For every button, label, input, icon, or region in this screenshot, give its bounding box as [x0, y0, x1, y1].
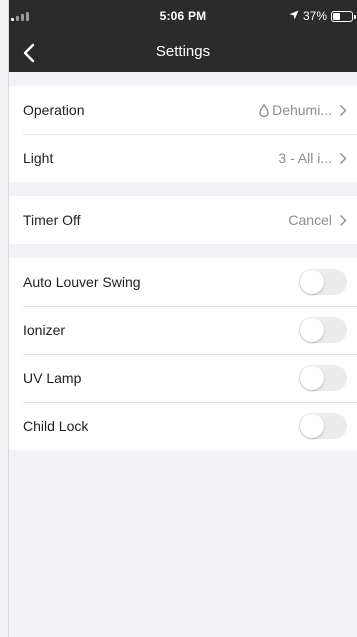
toggle-knob: [300, 414, 324, 438]
uv-lamp-label: UV Lamp: [23, 370, 82, 386]
operation-value: Dehumi...: [259, 102, 347, 118]
settings-list: Operation Dehumi... Light 3 - All i... T…: [9, 72, 357, 450]
ionizer-row: Ionizer: [9, 306, 357, 354]
mode-group: Operation Dehumi... Light 3 - All i...: [9, 86, 357, 182]
toggles-group: Auto Louver Swing Ionizer UV Lamp Child …: [9, 258, 357, 450]
ionizer-label: Ionizer: [23, 322, 66, 338]
chevron-right-icon: [340, 152, 347, 164]
light-value: 3 - All i...: [278, 150, 347, 166]
timer-off-row[interactable]: Timer Off Cancel: [9, 196, 357, 244]
timer-off-value-text: Cancel: [288, 212, 332, 228]
light-value-text: 3 - All i...: [278, 150, 332, 166]
child-lock-toggle[interactable]: [299, 413, 347, 439]
nav-bar: Settings: [9, 34, 357, 72]
ionizer-toggle[interactable]: [299, 317, 347, 343]
toggle-knob: [300, 366, 324, 390]
toggle-knob: [300, 270, 324, 294]
page-title: Settings: [155, 43, 211, 60]
timer-off-label: Timer Off: [23, 212, 81, 228]
auto-louver-swing-label: Auto Louver Swing: [23, 274, 141, 290]
child-lock-row: Child Lock: [9, 402, 357, 450]
header: 5:06 PM 37% Settings: [9, 0, 357, 72]
operation-value-text: Dehumi...: [272, 102, 332, 118]
battery-percent: 37%: [302, 9, 327, 23]
battery-level: [333, 12, 340, 20]
toggle-knob: [300, 318, 324, 342]
status-right: 37%: [289, 9, 356, 23]
water-drop-icon: [259, 103, 269, 117]
chevron-right-icon: [340, 214, 347, 226]
operation-row[interactable]: Operation Dehumi...: [9, 86, 357, 134]
battery-icon: [331, 10, 356, 22]
timer-group: Timer Off Cancel: [9, 196, 357, 244]
location-arrow-icon: [289, 10, 299, 23]
child-lock-label: Child Lock: [23, 418, 89, 434]
app-screen: 5:06 PM 37% Settings Operation Dehumi...…: [8, 0, 357, 637]
auto-louver-swing-toggle[interactable]: [299, 269, 347, 295]
chevron-right-icon: [340, 104, 347, 116]
light-row[interactable]: Light 3 - All i...: [9, 134, 357, 182]
auto-louver-swing-row: Auto Louver Swing: [9, 258, 357, 306]
uv-lamp-toggle[interactable]: [299, 365, 347, 391]
timer-off-value: Cancel: [288, 212, 347, 228]
uv-lamp-row: UV Lamp: [9, 354, 357, 402]
operation-label: Operation: [23, 102, 85, 118]
status-bar: 5:06 PM 37%: [9, 0, 357, 34]
light-label: Light: [23, 150, 54, 166]
